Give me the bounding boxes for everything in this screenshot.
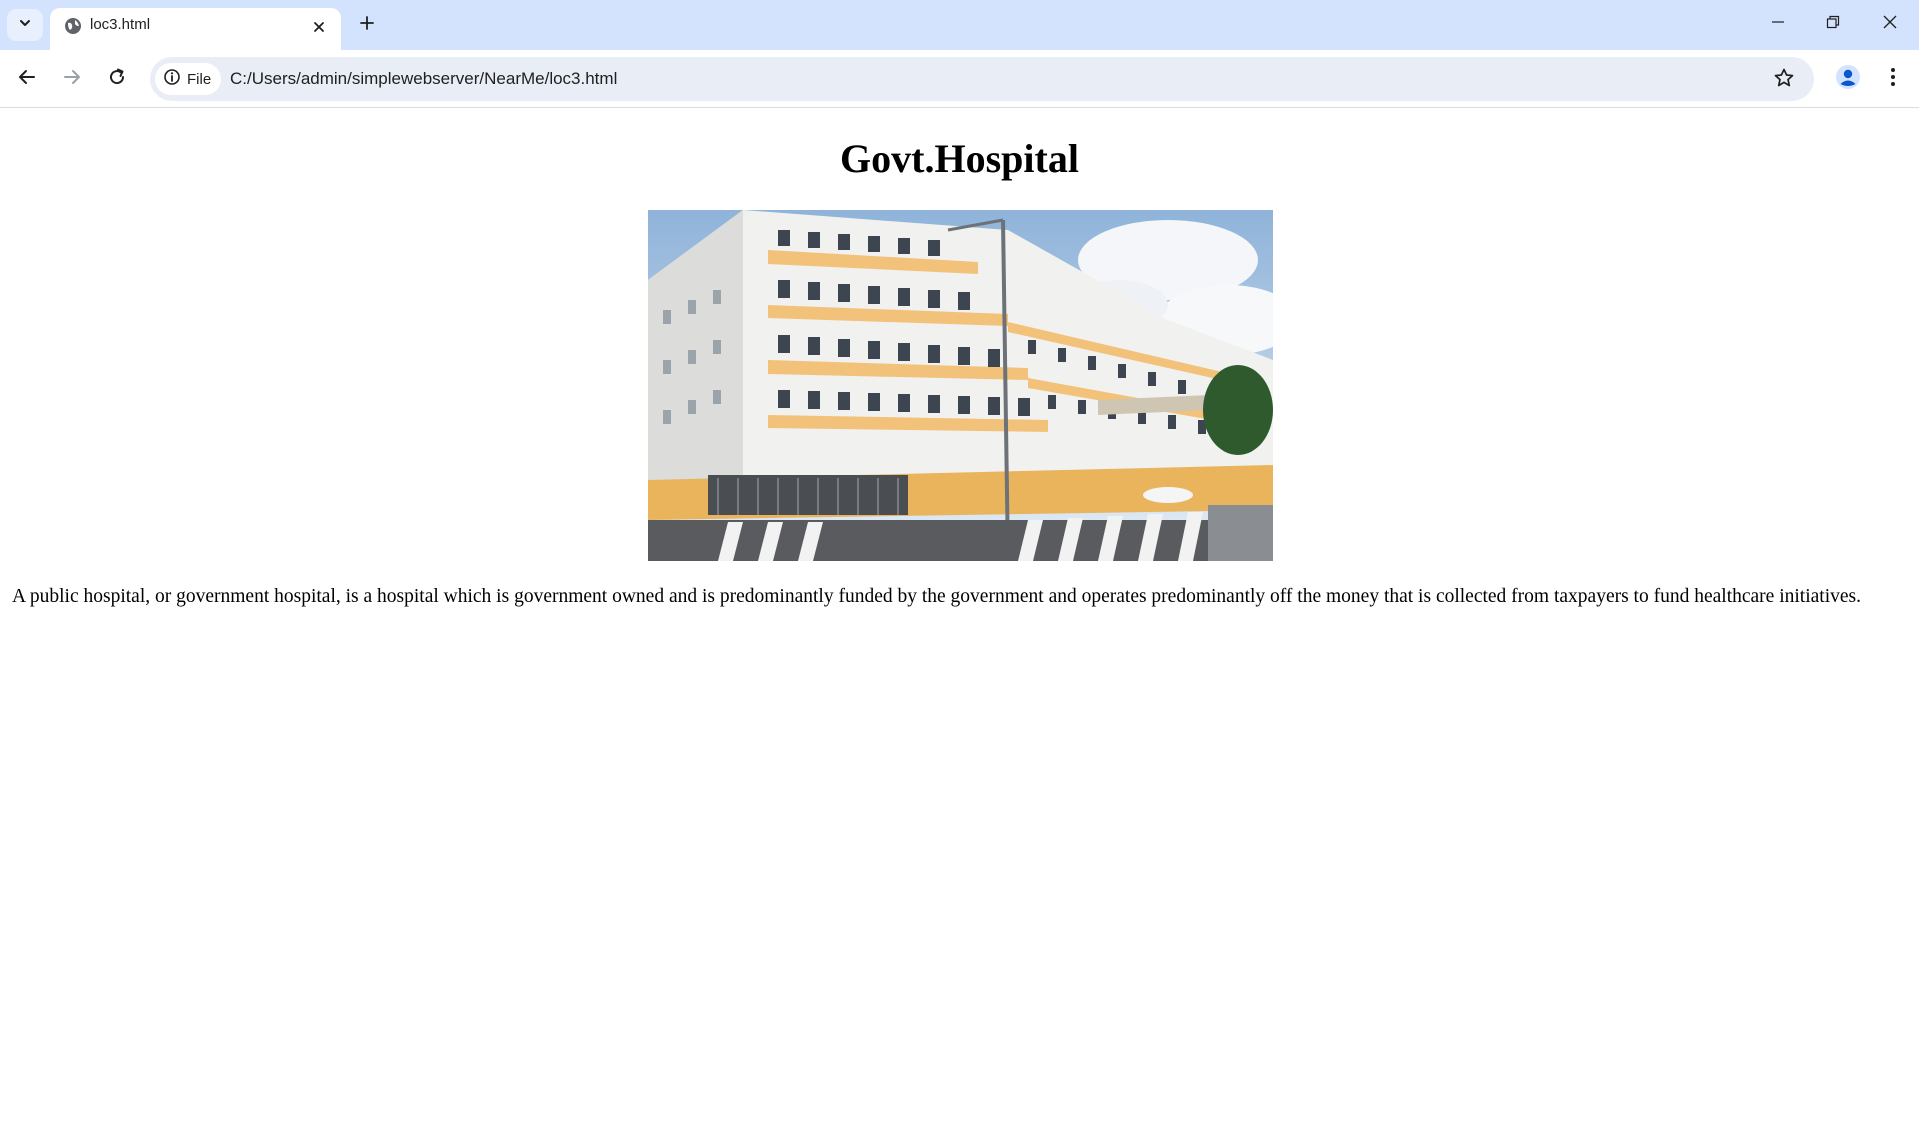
- tab-search-button[interactable]: [7, 9, 43, 41]
- chevron-down-icon: [18, 16, 32, 35]
- site-chip-label: File: [187, 70, 212, 88]
- globe-icon: [62, 15, 84, 37]
- back-button[interactable]: [10, 62, 44, 96]
- restore-button[interactable]: [1811, 6, 1855, 42]
- page-description: A public hospital, or government hospita…: [12, 586, 1861, 607]
- arrow-right-icon: [62, 67, 82, 92]
- page-content: Govt.Hospital A public hospital, or gove…: [0, 109, 1919, 1136]
- star-icon: [1773, 67, 1795, 94]
- hospital-building-image: [648, 210, 1273, 561]
- restore-icon: [1826, 15, 1840, 34]
- reload-icon: [107, 67, 127, 92]
- browser-toolbar: File C:/Users/admin/simplewebserver/Near…: [0, 50, 1919, 108]
- address-bar[interactable]: File C:/Users/admin/simplewebserver/Near…: [150, 57, 1814, 101]
- page-title: Govt.Hospital: [840, 136, 1079, 181]
- new-tab-button[interactable]: [352, 10, 382, 40]
- browser-menu-button[interactable]: [1876, 62, 1910, 96]
- reload-button[interactable]: [100, 62, 134, 96]
- kebab-menu-icon: [1890, 67, 1896, 92]
- profile-button[interactable]: [1831, 62, 1865, 96]
- url-text[interactable]: C:/Users/admin/simplewebserver/NearMe/lo…: [230, 69, 617, 89]
- arrow-left-icon: [17, 67, 37, 92]
- browser-tab[interactable]: loc3.html: [50, 8, 341, 50]
- forward-button[interactable]: [55, 62, 89, 96]
- tab-strip: loc3.html: [0, 0, 1919, 50]
- minimize-icon: [1771, 15, 1785, 34]
- close-window-button[interactable]: [1868, 6, 1912, 42]
- bookmark-button[interactable]: [1771, 67, 1797, 93]
- minimize-button[interactable]: [1756, 6, 1800, 42]
- person-icon: [1835, 64, 1861, 95]
- site-info-chip[interactable]: File: [155, 63, 222, 95]
- info-icon: [163, 68, 181, 91]
- tab-title: loc3.html: [90, 16, 151, 33]
- close-icon: [1882, 14, 1898, 35]
- close-icon[interactable]: [308, 16, 330, 38]
- plus-icon: [359, 15, 375, 36]
